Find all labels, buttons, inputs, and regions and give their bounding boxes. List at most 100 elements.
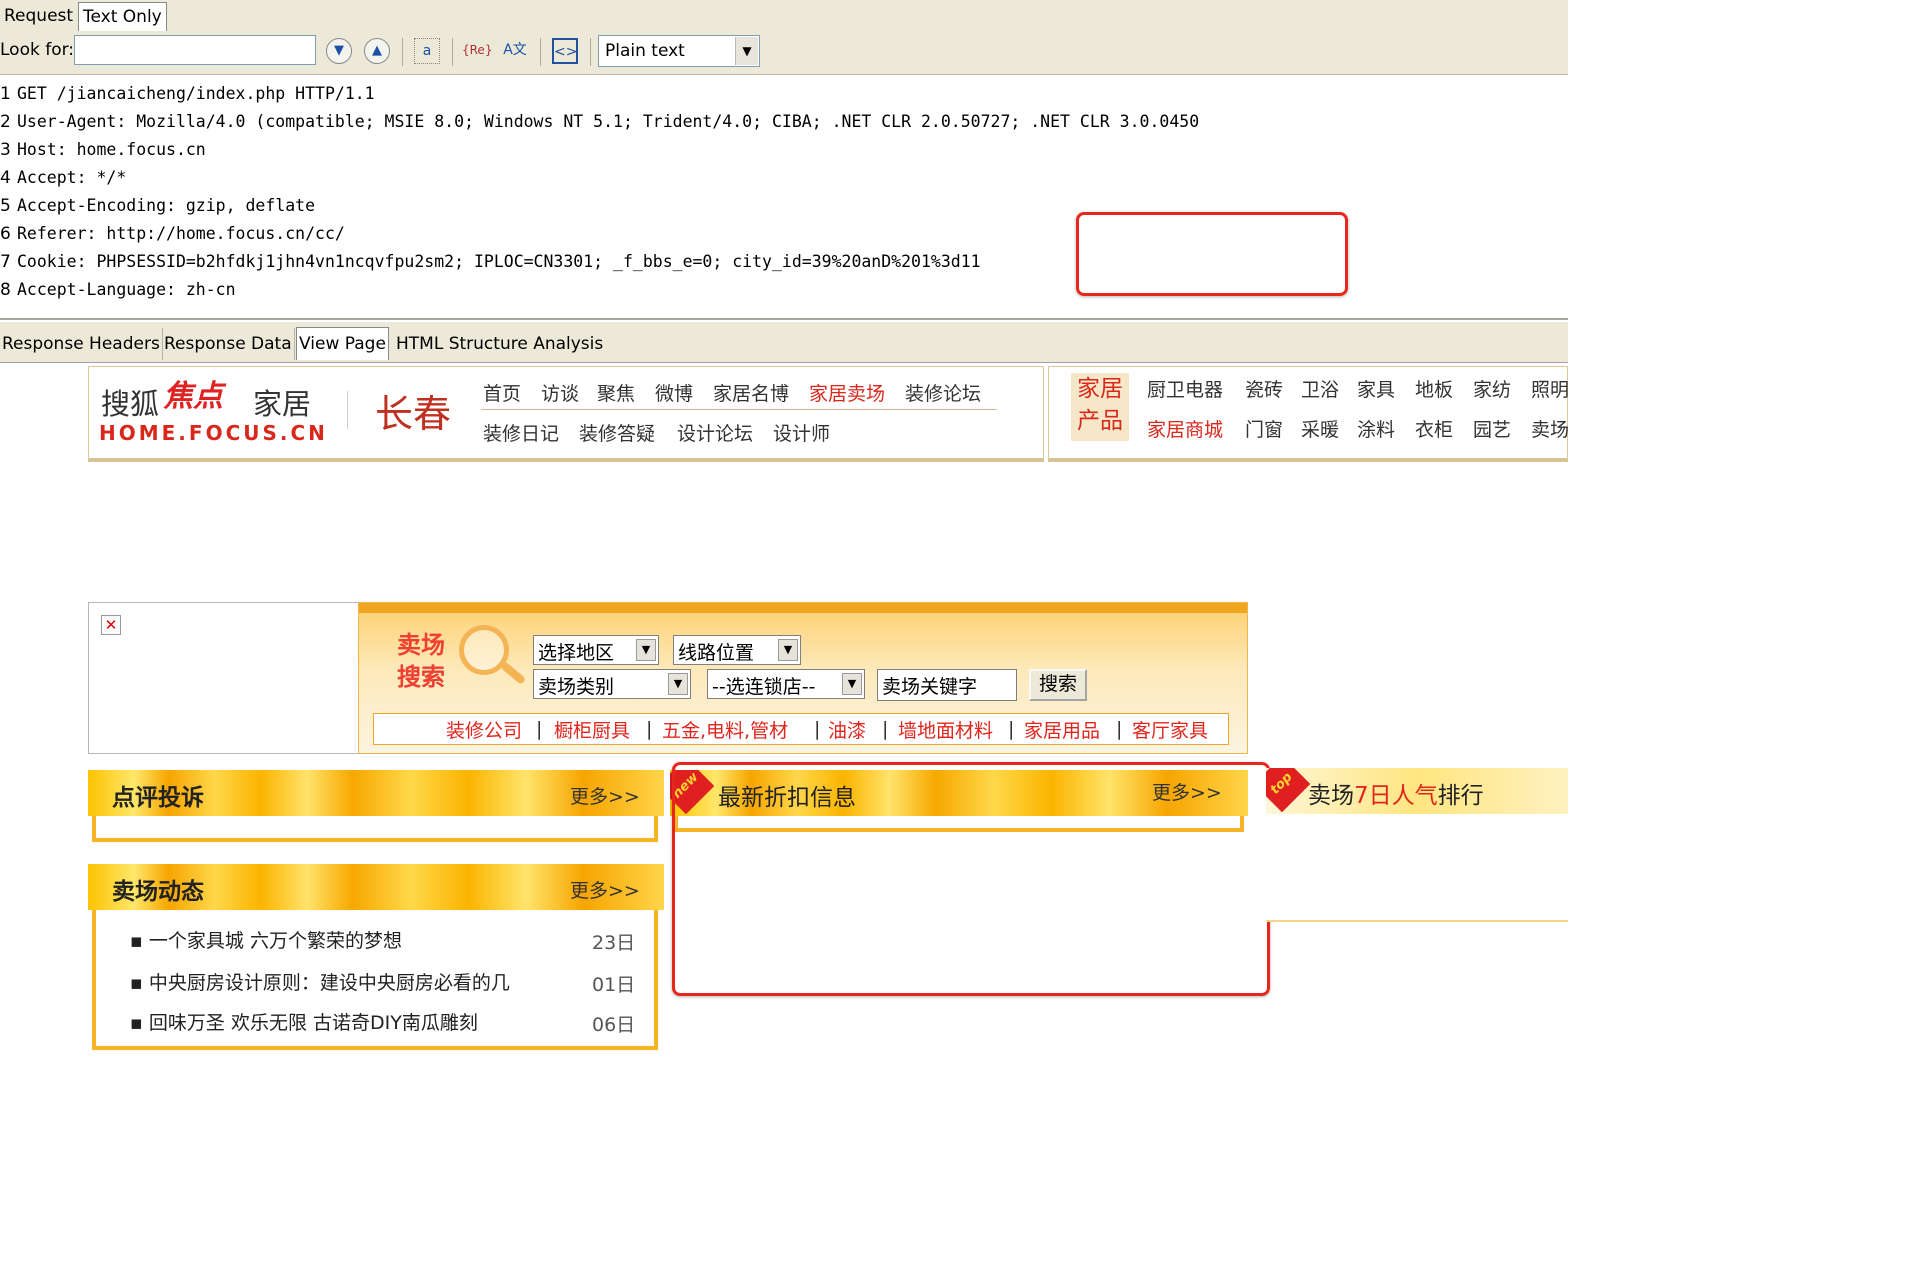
keyword-input[interactable]: 卖场关键字 [877,669,1017,701]
product-title: 家居产品 [1071,373,1129,441]
product-link[interactable]: 卫浴 [1301,375,1339,402]
region-select[interactable]: 选择地区 ▼ [533,635,659,665]
product-link[interactable]: 采暖 [1301,415,1339,442]
nav-link[interactable]: 访谈 [541,379,579,406]
news-title: 卖场动态 [112,879,204,905]
site-header: 搜狐 焦点 家居 HOME.FOCUS.CN 长春 首页 访谈 聚焦 微博 家居… [88,366,1044,462]
category-link[interactable]: 墙地面材料 [898,716,993,743]
news-item[interactable]: ▪ 一个家具城 六万个繁荣的梦想 [130,926,402,953]
match-case-button[interactable]: a [414,38,440,64]
dropdown-arrow-icon[interactable]: ▼ [636,639,656,661]
translate-icon: A文 [503,42,527,58]
match-case-icon: a [422,43,432,59]
product-link[interactable]: 涂料 [1357,415,1395,442]
type-select[interactable]: 卖场类别 ▼ [533,669,691,699]
review-more-link[interactable]: 更多>> [570,782,640,809]
nav-link[interactable]: 装修答疑 [579,419,655,446]
product-link[interactable]: 照明 [1531,375,1569,402]
tab-response-data[interactable]: Response Data [162,328,295,360]
review-title: 点评投诉 [112,785,204,811]
nav-link-active[interactable]: 家居卖场 [809,379,885,406]
translate-button[interactable]: A文 [502,38,528,64]
tab-response-headers[interactable]: Response Headers [0,328,163,360]
tab-html-structure[interactable]: HTML Structure Analysis [394,328,605,360]
product-link[interactable]: 厨卫电器 [1147,375,1223,402]
toolbar-separator [590,38,591,66]
view-mode-select[interactable]: Plain text ▼ [598,35,760,67]
nav-link[interactable]: 装修论坛 [905,379,981,406]
category-bar: 装修公司 | 橱柜厨具 | 五金,电料,管材 | 油漆 | 墙地面材料 | 家居… [373,713,1229,745]
news-header: 卖场动态 更多>> [88,864,664,910]
find-previous-button[interactable]: ▲ [364,38,390,64]
logo-focus[interactable]: 焦点 [163,371,223,415]
response-tabbar: Response Headers Response Data View Page… [0,322,1568,363]
look-for-label: Look for: [0,40,75,60]
logo-home[interactable]: 家居 [253,381,311,423]
dropdown-arrow-icon[interactable]: ▼ [735,37,758,65]
search-button[interactable]: 搜索 [1029,669,1087,701]
news-more-link[interactable]: 更多>> [570,876,640,903]
nav-link[interactable]: 家居名博 [713,379,789,406]
category-link[interactable]: 橱柜厨具 [554,716,630,743]
nav-link[interactable]: 首页 [483,379,521,406]
market-search-panel: 卖场搜索 选择地区 ▼ 线路位置 ▼ 卖场类别 ▼ --选连锁店-- ▼ 卖场关… [358,602,1248,754]
news-item[interactable]: ▪ 中央厨房设计原则：建设中央厨房必看的几 [130,968,510,995]
news-item-title[interactable]: 一个家具城 六万个繁荣的梦想 [149,930,402,952]
nav-link[interactable]: 装修日记 [483,419,559,446]
review-header: 点评投诉 更多>> [88,770,664,816]
product-link[interactable]: 衣柜 [1415,415,1453,442]
product-link[interactable]: 门窗 [1245,415,1283,442]
dropdown-arrow-icon[interactable]: ▼ [842,673,862,695]
market-search-title: 卖场搜索 [397,631,445,691]
city-name[interactable]: 长春 [375,383,451,438]
chain-select[interactable]: --选连锁店-- ▼ [707,669,865,699]
chain-value: --选连锁店-- [712,676,816,698]
category-link[interactable]: 五金,电料,管材 [662,716,788,743]
find-toolbar: Look for: ▼ ▲ a {Re} A文 <> Plain text ▼ [0,32,1568,75]
category-separator: | [536,718,543,740]
product-link[interactable]: 地板 [1415,375,1453,402]
news-item[interactable]: ▪ 回味万圣 欢乐无限 古诺奇DIY南瓜雕刻 [130,1008,478,1035]
look-for-input[interactable] [74,35,316,65]
category-link[interactable]: 装修公司 [446,716,522,743]
tab-view-page[interactable]: View Page [296,327,389,360]
product-link[interactable]: 园艺 [1473,415,1511,442]
product-link[interactable]: 卖场 [1531,415,1569,442]
toolbar-separator [402,38,403,66]
category-link[interactable]: 油漆 [828,716,866,743]
product-link[interactable]: 家具 [1357,375,1395,402]
category-separator: | [882,718,889,740]
nav-link[interactable]: 微博 [655,379,693,406]
product-link[interactable]: 家纺 [1473,375,1511,402]
regex-button[interactable]: {Re} [462,38,492,64]
request-line: 5 Accept-Encoding: gzip, deflate [0,196,316,216]
chevron-down-icon: ▼ [334,43,344,58]
tab-text-only[interactable]: Text Only [78,2,167,31]
product-link[interactable]: 瓷砖 [1245,375,1283,402]
ranking-header: 卖场7日人气排行 [1266,768,1568,814]
image-placeholder: ✕ [88,602,360,754]
news-body: ▪ 一个家具城 六万个繁荣的梦想 23日 ▪ 中央厨房设计原则：建设中央厨房必看… [92,910,658,1050]
request-line: 4 Accept: */* [0,168,127,188]
category-link[interactable]: 家居用品 [1024,716,1100,743]
line-select[interactable]: 线路位置 ▼ [673,635,801,665]
dropdown-arrow-icon[interactable]: ▼ [778,639,798,661]
type-value: 卖场类别 [538,676,615,698]
logo-sohu[interactable]: 搜狐 [101,381,159,423]
annotation-box-injection [1076,212,1348,296]
find-next-button[interactable]: ▼ [326,38,352,64]
dropdown-arrow-icon[interactable]: ▼ [668,673,688,695]
ranking-section: 卖场7日人气排行 top [1266,768,1568,922]
category-separator: | [1116,718,1123,740]
news-item-title[interactable]: 回味万圣 欢乐无限 古诺奇DIY南瓜雕刻 [149,1012,478,1034]
product-link-active[interactable]: 家居商城 [1147,415,1223,442]
code-view-button[interactable]: <> [552,38,578,64]
tab-request[interactable]: Request [0,2,77,30]
logo-url[interactable]: HOME.FOCUS.CN [99,421,328,445]
request-line: 6 Referer: http://home.focus.cn/cc/ [0,224,345,244]
nav-link[interactable]: 设计师 [773,419,830,446]
nav-link[interactable]: 聚焦 [597,379,635,406]
news-item-title[interactable]: 中央厨房设计原则：建设中央厨房必看的几 [149,972,510,994]
category-link[interactable]: 客厅家具 [1132,716,1208,743]
nav-link[interactable]: 设计论坛 [677,419,753,446]
